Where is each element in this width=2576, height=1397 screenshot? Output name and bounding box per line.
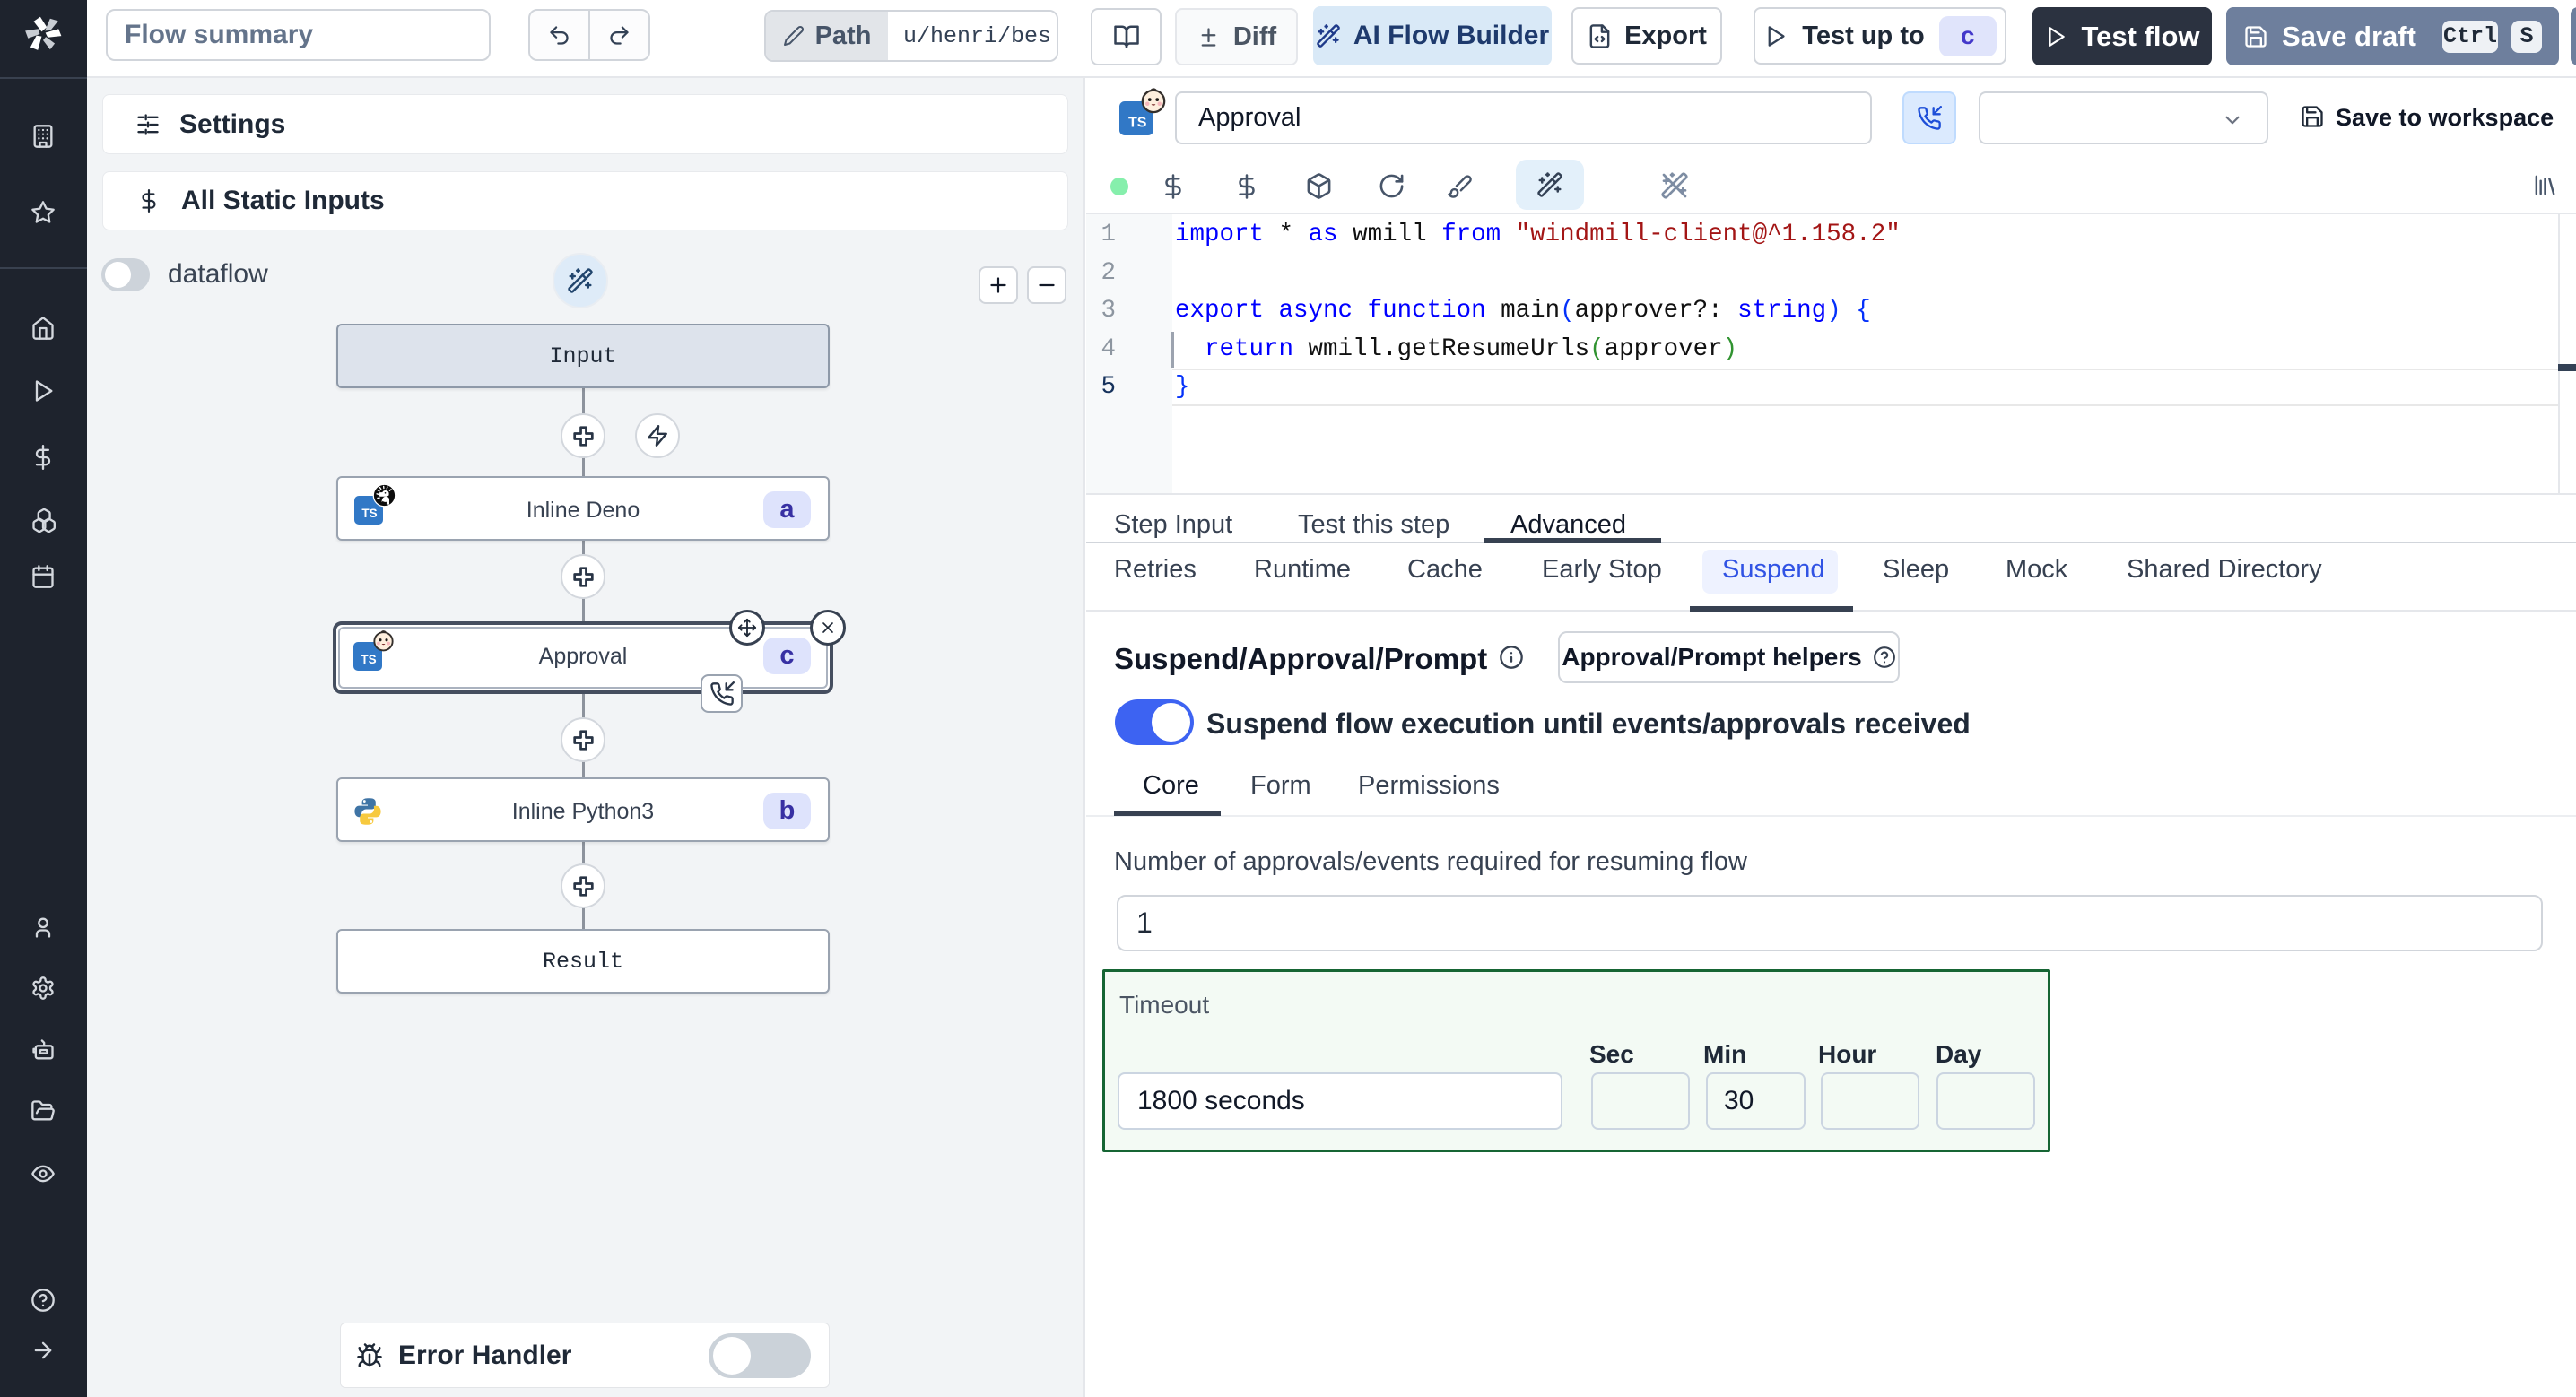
svg-text:TS: TS: [1128, 115, 1147, 131]
